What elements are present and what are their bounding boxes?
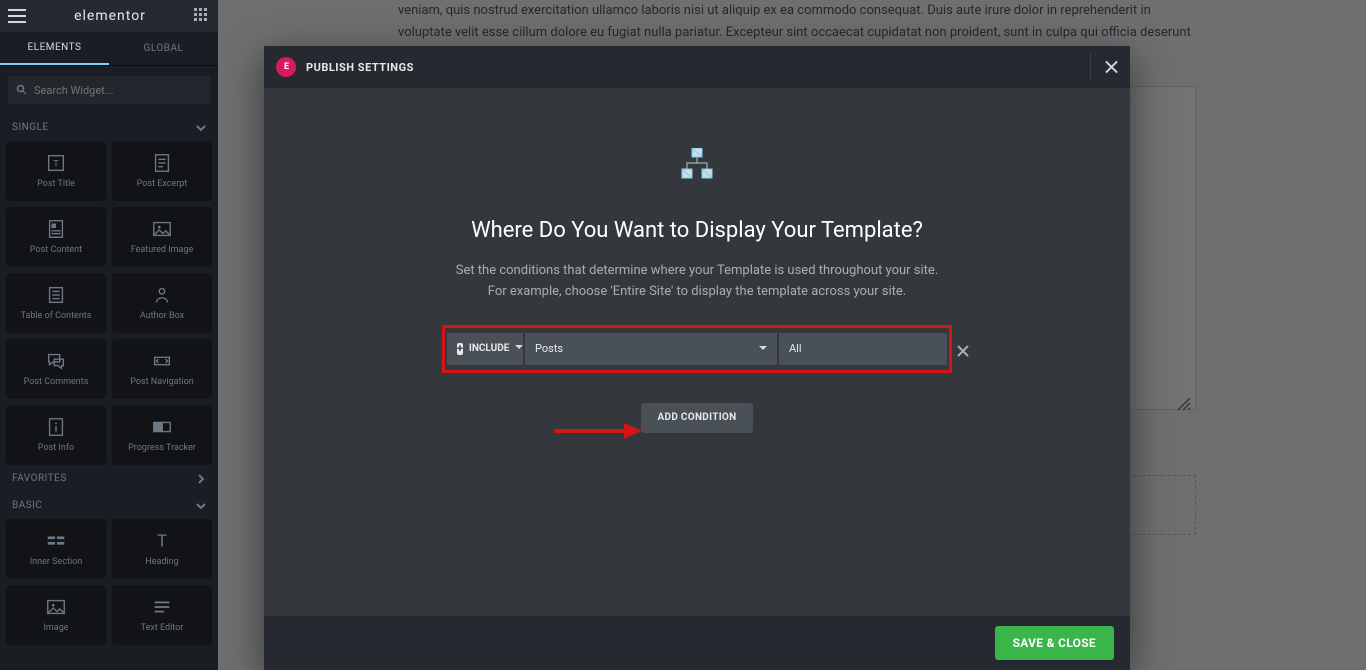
close-icon: [1105, 60, 1118, 74]
modal-heading: Where Do You Want to Display Your Templa…: [471, 218, 923, 243]
widget-post-content[interactable]: Post Content: [6, 207, 106, 267]
annotation-arrow-icon: [554, 421, 644, 441]
widget-label: Post Info: [38, 444, 74, 454]
section-favorites-label: FAVORITES: [12, 473, 67, 484]
widget-search[interactable]: [8, 76, 210, 104]
widget-featured-image[interactable]: Featured Image: [112, 207, 212, 267]
basic-widgets-grid: Inner Section T Heading Image Text Editor: [0, 519, 218, 645]
condition-mode-label: INCLUDE: [469, 343, 510, 354]
save-and-close-button[interactable]: SAVE & CLOSE: [995, 626, 1114, 660]
search-input[interactable]: [34, 84, 202, 97]
widget-label: Text Editor: [141, 624, 184, 634]
svg-text:T: T: [53, 160, 59, 170]
hamburger-icon[interactable]: [8, 9, 26, 23]
chevron-down-icon: [196, 501, 206, 511]
widget-label: Table of Contents: [21, 312, 92, 322]
widget-label: Author Box: [140, 312, 184, 322]
modal-subtext: Set the conditions that determine where …: [456, 261, 939, 303]
widget-progress-tracker[interactable]: Progress Tracker: [112, 405, 212, 465]
widget-author-box[interactable]: Author Box: [112, 273, 212, 333]
condition-mode-select[interactable]: + INCLUDE: [447, 333, 523, 365]
widget-heading[interactable]: T Heading: [112, 519, 212, 579]
search-icon: [16, 84, 28, 96]
sitemap-icon: [679, 148, 715, 182]
widget-inner-section[interactable]: Inner Section: [6, 519, 106, 579]
close-icon: [957, 345, 969, 357]
widget-label: Post Excerpt: [137, 180, 188, 190]
add-condition-button[interactable]: ADD CONDITION: [641, 403, 753, 433]
modal-body: Where Do You Want to Display Your Templa…: [264, 88, 1130, 616]
tab-elements[interactable]: ELEMENTS: [0, 32, 109, 65]
section-basic[interactable]: BASIC: [0, 492, 218, 519]
modal-header: E PUBLISH SETTINGS: [264, 46, 1130, 88]
condition-row-wrapper: + INCLUDE Posts All: [447, 333, 947, 365]
widget-label: Post Content: [30, 246, 82, 256]
caret-down-icon: [759, 342, 767, 355]
widget-label: Heading: [145, 558, 178, 568]
condition-remove-button[interactable]: [957, 342, 969, 361]
widget-image[interactable]: Image: [6, 585, 106, 645]
caret-down-icon: [515, 343, 523, 354]
modal-close-button[interactable]: [1090, 53, 1118, 81]
widget-label: Post Title: [37, 180, 75, 190]
modal-subtext-line1: Set the conditions that determine where …: [456, 263, 939, 278]
condition-scope-label: All: [789, 342, 802, 355]
section-favorites[interactable]: FAVORITES: [0, 465, 218, 492]
widget-label: Post Comments: [24, 378, 89, 388]
elementor-sidebar: elementor ELEMENTS GLOBAL SINGLE T Post T…: [0, 0, 218, 670]
chevron-down-icon: [196, 123, 206, 133]
single-widgets-grid: T Post Title Post Excerpt Post Content Fe…: [0, 141, 218, 465]
svg-text:T: T: [157, 533, 167, 552]
condition-row: + INCLUDE Posts All: [447, 333, 947, 365]
sidebar-tabs: ELEMENTS GLOBAL: [0, 32, 218, 66]
condition-type-label: Posts: [535, 342, 563, 355]
modal-footer: SAVE & CLOSE: [264, 616, 1130, 670]
sidebar-header: elementor: [0, 0, 218, 32]
elementor-badge-icon: E: [276, 57, 296, 77]
chevron-right-icon: [196, 474, 206, 484]
plus-icon: +: [457, 343, 463, 355]
widget-post-navigation[interactable]: Post Navigation: [112, 339, 212, 399]
publish-settings-modal: E PUBLISH SETTINGS Where Do You Want to …: [264, 46, 1130, 670]
section-basic-label: BASIC: [12, 500, 42, 511]
widget-label: Progress Tracker: [128, 444, 196, 454]
elementor-logo: elementor: [26, 8, 194, 24]
widget-label: Image: [43, 624, 68, 634]
widget-post-info[interactable]: Post Info: [6, 405, 106, 465]
widget-label: Featured Image: [131, 246, 194, 256]
widget-post-excerpt[interactable]: Post Excerpt: [112, 141, 212, 201]
condition-scope-select[interactable]: All: [779, 333, 947, 365]
widget-text-editor[interactable]: Text Editor: [112, 585, 212, 645]
tab-global[interactable]: GLOBAL: [109, 32, 218, 65]
widget-post-comments[interactable]: Post Comments: [6, 339, 106, 399]
widget-toc[interactable]: Table of Contents: [6, 273, 106, 333]
section-single-label: SINGLE: [12, 122, 49, 133]
section-single[interactable]: SINGLE: [0, 114, 218, 141]
condition-type-select[interactable]: Posts: [525, 333, 777, 365]
modal-subtext-line2: For example, choose 'Entire Site' to dis…: [488, 284, 906, 299]
widget-post-title[interactable]: T Post Title: [6, 141, 106, 201]
widget-label: Post Navigation: [130, 378, 194, 388]
widget-label: Inner Section: [30, 558, 83, 568]
apps-grid-icon[interactable]: [194, 8, 210, 24]
modal-title: PUBLISH SETTINGS: [306, 61, 414, 74]
